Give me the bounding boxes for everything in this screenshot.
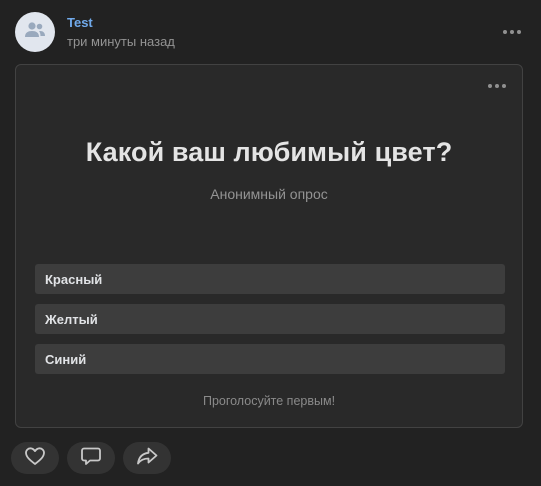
post: Test три минуты назад Какой ваш любимый … (0, 0, 541, 486)
more-icon-dot (488, 84, 492, 88)
poll-option[interactable]: Синий (35, 344, 505, 374)
heart-icon (24, 446, 46, 471)
poll-option[interactable]: Желтый (35, 304, 505, 334)
more-icon-dot (495, 84, 499, 88)
share-button[interactable] (123, 442, 171, 474)
post-header: Test три минуты назад (15, 12, 526, 52)
poll-option[interactable]: Красный (35, 264, 505, 294)
more-icon-dot (510, 30, 514, 34)
more-icon-dot (502, 84, 506, 88)
poll-option-label: Красный (45, 271, 103, 287)
more-icon-dot (503, 30, 507, 34)
users-icon (24, 21, 46, 44)
post-more-button[interactable] (503, 30, 521, 34)
share-icon (136, 446, 158, 471)
poll-option-label: Желтый (45, 311, 98, 327)
poll-option-label: Синий (45, 351, 87, 367)
more-icon-dot (517, 30, 521, 34)
author-name[interactable]: Test (67, 15, 93, 30)
comment-icon (80, 446, 102, 471)
comment-button[interactable] (67, 442, 115, 474)
poll-subtitle: Анонимный опрос (210, 186, 328, 202)
poll-options: Красный Желтый Синий (35, 264, 505, 384)
post-time[interactable]: три минуты назад (67, 34, 175, 49)
poll-more-button[interactable] (488, 84, 506, 88)
poll-card: Какой ваш любимый цвет? Анонимный опрос … (15, 64, 523, 428)
poll-footer: Проголосуйте первым! (202, 394, 336, 408)
avatar[interactable] (15, 12, 55, 52)
poll-question: Какой ваш любимый цвет? (85, 137, 453, 167)
post-actions (11, 442, 171, 474)
like-button[interactable] (11, 442, 59, 474)
